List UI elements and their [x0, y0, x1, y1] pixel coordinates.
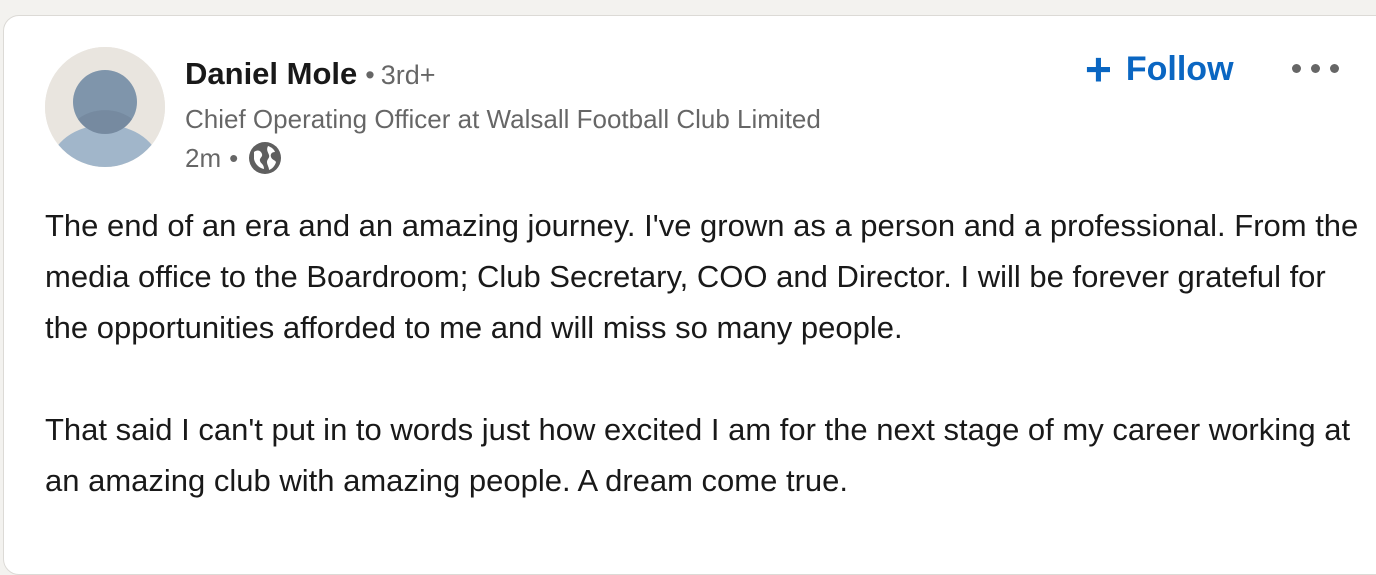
more-dot	[1311, 63, 1320, 73]
follow-label: Follow	[1125, 49, 1234, 88]
author-name[interactable]: Daniel Mole	[185, 56, 357, 91]
meta-separator: •	[229, 143, 239, 173]
name-separator: •	[365, 60, 375, 90]
post-body: The end of an era and an amazing journey…	[45, 200, 1365, 506]
connection-degree: 3rd+	[380, 60, 436, 90]
author-avatar[interactable]	[45, 47, 165, 167]
plus-icon: +	[1085, 43, 1112, 95]
more-dot	[1292, 63, 1301, 73]
globe-icon	[247, 140, 283, 176]
author-line: Daniel Mole • 3rd+	[185, 54, 436, 100]
more-options-icon[interactable]	[1292, 56, 1352, 80]
feed-post-card: Daniel Mole • 3rd+ Chief Operating Officer…	[3, 15, 1376, 575]
author-headline: Chief Operating Officer at Walsall Footb…	[185, 104, 821, 134]
follow-button[interactable]: + Follow	[1085, 44, 1234, 94]
post-time: 2m	[185, 143, 222, 173]
post-meta: 2m •	[185, 140, 283, 176]
default-person-avatar-icon	[45, 47, 165, 167]
post-paragraph: That said I can't put in to words just h…	[45, 412, 1351, 498]
more-dot	[1330, 63, 1339, 73]
post-paragraph: The end of an era and an amazing journey…	[45, 208, 1359, 345]
